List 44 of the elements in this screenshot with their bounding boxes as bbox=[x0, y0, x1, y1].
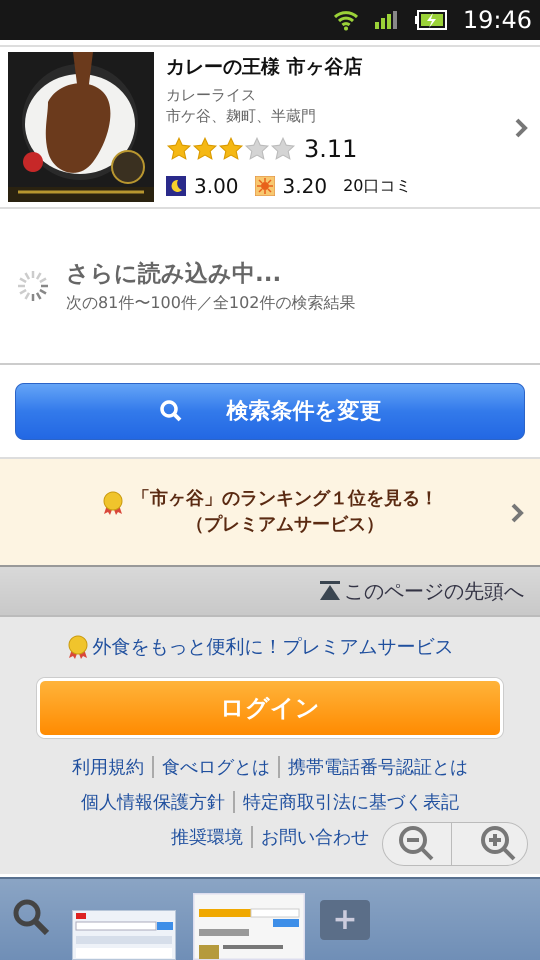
moon-icon bbox=[166, 176, 186, 196]
clock-time: 19:46 bbox=[462, 5, 532, 36]
star-icon bbox=[166, 136, 192, 162]
footer-link[interactable]: 特定商取引法に基づく表記 bbox=[243, 788, 459, 816]
footer-link[interactable]: 推奨環境 bbox=[171, 824, 243, 850]
premium-ranking-banner[interactable]: 「市ヶ谷」のランキング１位を見る！ （プレミアムサービス） bbox=[0, 459, 540, 567]
tab-thumbnail[interactable] bbox=[193, 893, 305, 960]
footer-link[interactable]: 携帯電話番号認証とは bbox=[288, 754, 468, 780]
add-tab-button[interactable]: + bbox=[320, 900, 370, 940]
sun-icon bbox=[254, 176, 275, 196]
lunch-rating: 3.20 bbox=[282, 173, 328, 200]
loading-title: さらに読み込み中... bbox=[66, 260, 282, 289]
genre-text: カレーライス bbox=[166, 85, 257, 106]
restaurant-row[interactable]: カレーの王様 市ヶ谷店 カレーライス 市ケ谷、麹町、半蔵門 3.11 3.00 3.20 20口コミ bbox=[0, 47, 540, 209]
medal-icon bbox=[66, 635, 88, 660]
star-icon bbox=[244, 136, 270, 162]
area-text: 市ケ谷、麹町、半蔵門 bbox=[166, 106, 317, 128]
premium-service-link[interactable]: 外食をもっと便利に！プレミアムサービス bbox=[92, 633, 454, 662]
star-icon bbox=[192, 136, 218, 162]
search-icon bbox=[158, 399, 182, 423]
wifi-icon bbox=[332, 9, 359, 31]
banner-text: 「市ヶ谷」のランキング１位を見る！ bbox=[132, 486, 438, 511]
footer-link[interactable]: 食べログとは bbox=[162, 754, 270, 780]
star-icon bbox=[270, 136, 296, 162]
chevron-right-icon bbox=[514, 116, 528, 139]
medal-icon bbox=[102, 490, 124, 515]
footer-link[interactable]: 個人情報保護方針 bbox=[81, 788, 225, 816]
triangle-up-icon bbox=[320, 581, 340, 601]
banner-text: （プレミアムサービス） bbox=[185, 513, 385, 537]
search-icon[interactable] bbox=[12, 898, 50, 936]
signal-icon bbox=[374, 11, 399, 29]
loading-detail: 次の81件〜100件／全102件の検索結果 bbox=[66, 292, 356, 314]
rating-value: 3.11 bbox=[304, 134, 358, 166]
footer-link[interactable]: お問い合わせ bbox=[261, 824, 369, 850]
tab-thumbnail[interactable] bbox=[72, 910, 176, 960]
chevron-right-icon bbox=[510, 502, 524, 524]
review-count: 20口コミ bbox=[343, 175, 412, 198]
footer-link[interactable]: 利用規約 bbox=[72, 754, 144, 780]
battery-icon bbox=[414, 10, 447, 30]
change-search-button[interactable]: 検索条件を変更 bbox=[15, 382, 525, 440]
night-rating: 3.00 bbox=[194, 173, 239, 200]
restaurant-name: カレーの王様 市ヶ谷店 bbox=[166, 54, 364, 80]
loading-spinner-icon bbox=[16, 269, 50, 303]
star-icon bbox=[218, 136, 244, 162]
